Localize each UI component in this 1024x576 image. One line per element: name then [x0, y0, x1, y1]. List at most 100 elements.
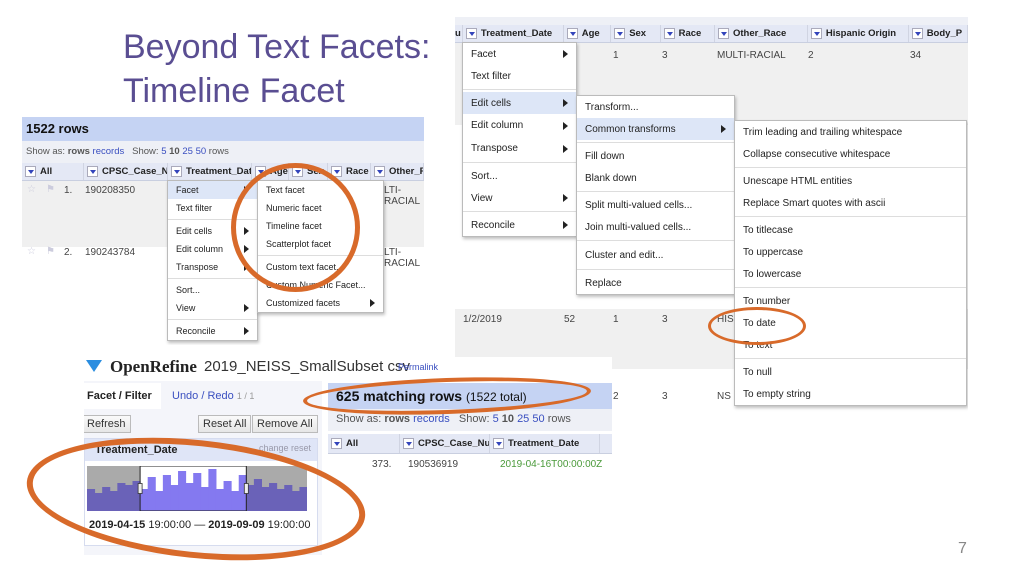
menu-item-common-transforms[interactable]: Common transforms	[577, 118, 734, 140]
menu-item-join-cells[interactable]: Join multi-valued cells...	[577, 216, 734, 238]
page-size-option[interactable]: 50	[196, 146, 207, 157]
dropdown-icon[interactable]	[255, 166, 266, 177]
column-header-sex[interactable]: Sex	[611, 25, 661, 42]
star-icon[interactable]: ☆	[27, 184, 36, 195]
menu-item-edit-cells[interactable]: Edit cells	[168, 222, 257, 240]
column-header-treatment-date[interactable]: Treatment_Date	[168, 163, 252, 180]
menu-item-transform[interactable]: Transform...	[577, 96, 734, 118]
column-header-other-race[interactable]: Other_Race	[715, 25, 808, 42]
refresh-button[interactable]: Refresh	[84, 415, 131, 433]
menu-item-to-titlecase[interactable]: To titlecase	[735, 219, 966, 241]
tab-facet-filter[interactable]: Facet / Filter	[84, 383, 161, 409]
page-size-option[interactable]: 10	[502, 413, 514, 425]
remove-all-button[interactable]: Remove All	[252, 415, 318, 433]
menu-item-view[interactable]: View	[463, 187, 576, 209]
dropdown-icon[interactable]	[493, 438, 504, 449]
column-header-all[interactable]: All	[22, 163, 84, 180]
reset-all-button[interactable]: Reset All	[198, 415, 252, 433]
menu-item-text-facet[interactable]: Text facet	[258, 181, 383, 199]
menu-item-unescape-html[interactable]: Unescape HTML entities	[735, 170, 966, 192]
menu-item-to-null[interactable]: To null	[735, 361, 966, 383]
menu-item-custom-text-facet[interactable]: Custom text facet...	[258, 258, 383, 276]
dropdown-icon[interactable]	[25, 166, 36, 177]
flag-icon[interactable]: ⚑	[46, 246, 55, 257]
menu-item-transpose[interactable]: Transpose	[168, 258, 257, 276]
menu-item-to-lowercase[interactable]: To lowercase	[735, 263, 966, 285]
dropdown-icon[interactable]	[465, 28, 477, 39]
menu-item-edit-column[interactable]: Edit column	[168, 240, 257, 258]
column-header-treatment-date[interactable]: Treatment_Date	[490, 434, 600, 453]
menu-item-trim-whitespace[interactable]: Trim leading and trailing whitespace	[735, 121, 966, 143]
page-size-option[interactable]: 5	[161, 146, 166, 157]
dropdown-icon[interactable]	[374, 166, 385, 177]
dropdown-icon[interactable]	[614, 28, 626, 39]
menu-item-to-date[interactable]: To date	[735, 312, 966, 334]
menu-item-scatterplot-facet[interactable]: Scatterplot facet	[258, 235, 383, 253]
menu-item-fill-down[interactable]: Fill down	[577, 145, 734, 167]
column-header-race[interactable]: Race	[661, 25, 715, 42]
column-header-race[interactable]: Race	[328, 163, 371, 180]
menu-item-to-text[interactable]: To text	[735, 334, 966, 356]
dropdown-icon[interactable]	[663, 28, 675, 39]
column-header-age[interactable]: Age	[564, 25, 612, 42]
menu-item-cluster-edit[interactable]: Cluster and edit...	[577, 243, 734, 267]
column-header[interactable]: u	[455, 25, 463, 42]
menu-item-view[interactable]: View	[168, 299, 257, 317]
dropdown-icon[interactable]	[171, 166, 182, 177]
menu-item-split-cells[interactable]: Split multi-valued cells...	[577, 194, 734, 216]
menu-item-replace-smart-quotes[interactable]: Replace Smart quotes with ascii	[735, 192, 966, 214]
page-size-option[interactable]: 10	[169, 146, 180, 157]
menu-item-customized-facets[interactable]: Customized facets	[258, 294, 383, 312]
page-size-option[interactable]: 5	[493, 413, 499, 425]
menu-item-transpose[interactable]: Transpose	[463, 137, 576, 160]
range-slider-handle[interactable]	[137, 483, 143, 494]
column-header-other-race[interactable]: Other_Ra	[371, 163, 424, 180]
column-header-age[interactable]: Age	[252, 163, 289, 180]
column-header-treatment-date[interactable]: Treatment_Date	[463, 25, 564, 42]
menu-item-sort[interactable]: Sort...	[168, 281, 257, 299]
tab-undo-redo[interactable]: Undo / Redo 1 / 1	[172, 390, 254, 402]
menu-item-blank-down[interactable]: Blank down	[577, 167, 734, 189]
flag-icon[interactable]: ⚑	[46, 184, 55, 195]
page-size-option[interactable]: 25	[182, 146, 193, 157]
menu-item-sort[interactable]: Sort...	[463, 165, 576, 187]
column-header-body-part[interactable]: Body_P	[909, 25, 968, 42]
star-icon[interactable]: ☆	[27, 246, 36, 257]
menu-item-reconcile[interactable]: Reconcile	[463, 214, 576, 236]
column-header-hispanic-origin[interactable]: Hispanic Origin	[808, 25, 909, 42]
view-rows[interactable]: rows	[384, 413, 410, 425]
column-header-sex[interactable]: Sex	[289, 163, 328, 180]
menu-item-to-number[interactable]: To number	[735, 290, 966, 312]
dropdown-icon[interactable]	[87, 166, 98, 177]
dropdown-icon[interactable]	[718, 28, 729, 39]
dropdown-icon[interactable]	[331, 438, 342, 449]
facet-change-reset-links[interactable]: change reset	[259, 443, 311, 453]
menu-item-timeline-facet[interactable]: Timeline facet	[258, 217, 383, 235]
view-rows[interactable]: rows	[68, 146, 90, 157]
menu-item-replace[interactable]: Replace	[577, 272, 734, 294]
menu-item-to-empty-string[interactable]: To empty string	[735, 383, 966, 405]
project-name[interactable]: 2019_NEISS_SmallSubset csv	[204, 358, 410, 375]
dropdown-icon[interactable]	[911, 28, 923, 39]
menu-item-facet[interactable]: Facet	[168, 181, 257, 199]
menu-item-edit-column[interactable]: Edit column	[463, 114, 576, 137]
menu-item-text-filter[interactable]: Text filter	[168, 199, 257, 217]
column-header-all[interactable]: All	[328, 434, 400, 453]
menu-item-edit-cells[interactable]: Edit cells	[463, 92, 576, 114]
view-records[interactable]: records	[93, 146, 125, 157]
menu-item-collapse-whitespace[interactable]: Collapse consecutive whitespace	[735, 143, 966, 165]
column-header-case[interactable]: CPSC_Case_Nu	[84, 163, 168, 180]
column-header-case[interactable]: CPSC_Case_Nu	[400, 434, 490, 453]
menu-item-to-uppercase[interactable]: To uppercase	[735, 241, 966, 263]
dropdown-icon[interactable]	[331, 166, 342, 177]
menu-item-numeric-facet[interactable]: Numeric facet	[258, 199, 383, 217]
menu-item-reconcile[interactable]: Reconcile	[168, 322, 257, 340]
page-size-option[interactable]: 50	[532, 413, 544, 425]
menu-item-custom-numeric-facet[interactable]: Custom Numeric Facet...	[258, 276, 383, 294]
timeline-histogram[interactable]	[87, 466, 307, 511]
permalink-link[interactable]: Permalink	[398, 362, 438, 372]
dropdown-icon[interactable]	[292, 166, 303, 177]
range-slider-handle[interactable]	[243, 483, 249, 494]
dropdown-icon[interactable]	[566, 28, 578, 39]
dropdown-icon[interactable]	[810, 28, 822, 39]
